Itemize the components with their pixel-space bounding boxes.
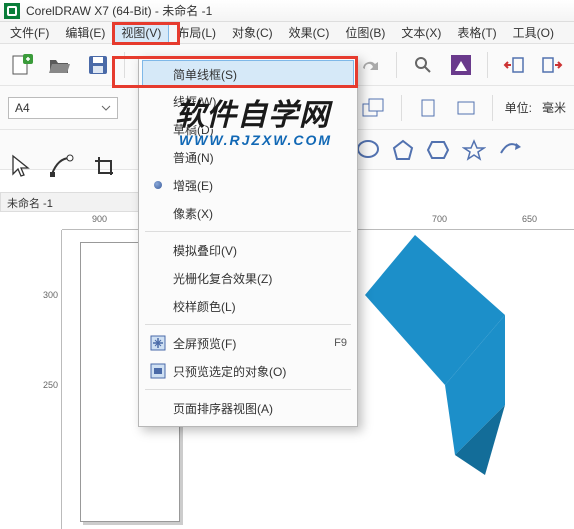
menu-item-normal[interactable]: 普通(N) [139, 143, 357, 171]
search-icon[interactable] [409, 51, 437, 79]
document-tab[interactable]: 未命名 -1 [0, 192, 150, 212]
menu-table[interactable]: 表格(T) [449, 22, 504, 43]
menu-shortcut: F9 [334, 337, 347, 349]
ruler-tick: 250 [43, 380, 58, 390]
menu-layout[interactable]: 布局(L) [169, 22, 224, 43]
curved-arrow-icon[interactable] [498, 139, 524, 161]
menu-item-label: 简单线框(S) [173, 66, 347, 83]
menu-bitmap[interactable]: 位图(B) [337, 22, 393, 43]
ruler-tick: 700 [432, 214, 447, 224]
menu-separator [145, 389, 351, 390]
menu-item-simulate-overprint[interactable]: 模拟叠印(V) [139, 236, 357, 264]
menu-item-label: 全屏预览(F) [173, 335, 334, 352]
menu-item-enhanced[interactable]: 增强(E) [139, 171, 357, 199]
menu-item-label: 页面排序器视图(A) [173, 400, 347, 417]
shape-edit-tool-icon[interactable] [48, 152, 76, 180]
landscape-icon[interactable] [452, 94, 480, 122]
ellipse-tool-icon[interactable] [356, 139, 380, 161]
view-menu-dropdown: 简单线框(S) 线框(W) 草稿(D) 普通(N) 增强(E) 像素(X) 模拟… [138, 56, 358, 427]
chevron-down-icon [101, 103, 111, 113]
ruler-vertical: 300 250 [42, 230, 62, 529]
menu-item-label: 增强(E) [173, 177, 347, 194]
ruler-tick: 300 [43, 290, 58, 300]
paper-size-select[interactable]: A4 [8, 97, 118, 119]
menu-item-pixels[interactable]: 像素(X) [139, 199, 357, 227]
menu-item-label: 校样颜色(L) [173, 298, 347, 315]
ruler-tick: 900 [92, 214, 107, 224]
menu-text[interactable]: 文本(X) [393, 22, 449, 43]
paper-size-value: A4 [15, 101, 30, 115]
radio-selected-icon [154, 181, 162, 189]
menu-item-label: 普通(N) [173, 149, 347, 166]
snap-left-icon[interactable] [500, 51, 528, 79]
unit-value: 毫米 [542, 99, 566, 116]
menu-item-label: 像素(X) [173, 205, 347, 222]
fullscreen-icon [143, 333, 173, 353]
save-icon[interactable] [84, 51, 112, 79]
layers-icon[interactable] [361, 94, 389, 122]
menu-item-label: 模拟叠印(V) [173, 242, 347, 259]
toolbar-separator [401, 95, 402, 121]
menu-file[interactable]: 文件(F) [2, 22, 57, 43]
menu-item-wireframe[interactable]: 线框(W) [139, 87, 357, 115]
portrait-icon[interactable] [414, 94, 442, 122]
star-tool-icon[interactable] [462, 139, 486, 161]
app-logo-icon [4, 3, 20, 19]
polygon-tool-icon[interactable] [392, 139, 414, 161]
redo-icon[interactable] [356, 51, 384, 79]
menu-item-rasterize[interactable]: 光栅化复合效果(Z) [139, 264, 357, 292]
hexagon-tool-icon[interactable] [426, 139, 450, 161]
toolbar-separator [487, 52, 488, 78]
menu-item-simple-wireframe[interactable]: 简单线框(S) [142, 60, 354, 88]
unit-label: 单位: [505, 99, 532, 116]
menu-item-page-sorter[interactable]: 页面排序器视图(A) [139, 394, 357, 422]
menu-separator [145, 324, 351, 325]
canvas-artwork [355, 225, 535, 485]
menu-edit[interactable]: 编辑(E) [57, 22, 113, 43]
snap-right-icon[interactable] [538, 51, 566, 79]
menu-item-label: 只预览选定的对象(O) [173, 363, 347, 380]
ruler-tick: 650 [522, 214, 537, 224]
preview-selection-icon [143, 361, 173, 381]
menubar: 文件(F) 编辑(E) 视图(V) 布局(L) 对象(C) 效果(C) 位图(B… [0, 22, 574, 44]
titlebar: CorelDRAW X7 (64-Bit) - 未命名 -1 [0, 0, 574, 22]
menu-item-draft[interactable]: 草稿(D) [139, 115, 357, 143]
menu-item-proof-colors[interactable]: 校样颜色(L) [139, 292, 357, 320]
window-title: CorelDRAW X7 (64-Bit) - 未命名 -1 [26, 2, 212, 19]
menu-item-label: 草稿(D) [173, 121, 347, 138]
menu-separator [145, 231, 351, 232]
menu-tools[interactable]: 工具(O) [505, 22, 562, 43]
menu-view[interactable]: 视图(V) [113, 22, 169, 43]
menu-effects[interactable]: 效果(C) [281, 22, 338, 43]
menu-item-fullscreen-preview[interactable]: 全屏预览(F) F9 [139, 329, 357, 357]
toolbar-separator [124, 52, 125, 78]
toolbar-separator [396, 52, 397, 78]
menu-item-preview-selected[interactable]: 只预览选定的对象(O) [139, 357, 357, 385]
open-icon[interactable] [46, 51, 74, 79]
menu-item-label: 光栅化复合效果(Z) [173, 270, 347, 287]
toolbar-separator [492, 95, 493, 121]
crop-tool-icon[interactable] [90, 152, 118, 180]
menu-object[interactable]: 对象(C) [224, 22, 281, 43]
menu-item-label: 线框(W) [173, 93, 347, 110]
new-doc-icon[interactable] [8, 51, 36, 79]
pick-tool-icon[interactable] [6, 152, 34, 180]
launch-icon[interactable] [447, 51, 475, 79]
